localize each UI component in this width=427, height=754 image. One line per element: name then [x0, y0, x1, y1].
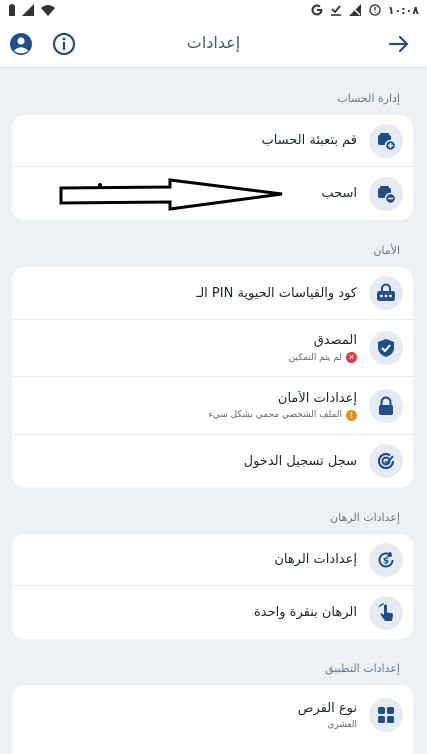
app-bar: إعدادات [0, 20, 427, 68]
row-security-settings[interactable]: إعدادات الأمان ! الملف الشخصي محمي بشكل … [12, 377, 413, 435]
status-subtitle: ! الملف الشخصي محمي بشكل سيء [22, 409, 357, 421]
row-pin-biometrics[interactable]: كود والقياسات الحيوية PIN الـ [12, 267, 413, 320]
row-authenticator[interactable]: المصدق ✕ لم يتم التمكين [12, 320, 413, 377]
row-login-history[interactable]: سجل تسجيل الدخول [12, 435, 413, 487]
error-icon: ✕ [346, 352, 357, 363]
annotation-arrow-icon [59, 178, 283, 211]
section-title-account: إدارة الحساب [337, 92, 400, 105]
status-text: لم يتم التمكين [288, 352, 342, 363]
back-arrow-icon[interactable] [387, 32, 411, 56]
one-click-icon [369, 595, 403, 630]
status-time: ١٠:٠٨ [387, 3, 419, 17]
row-odds-type[interactable]: نوع الفرص العشري [12, 685, 413, 745]
row-one-click-bet[interactable]: الرهان بنقرة واحدة [12, 586, 413, 639]
signal-icon [22, 4, 34, 16]
bet-settings-icon: $ [369, 542, 403, 577]
wallet-minus-icon [369, 176, 403, 211]
row-subtitle: العشري [327, 719, 357, 730]
status-subtitle: ✕ لم يتم التمكين [22, 352, 357, 363]
wallet-plus-icon [369, 123, 403, 158]
battery-icon [9, 3, 15, 16]
warning-icon: ! [346, 409, 357, 421]
row-label: إعدادات الأمان [277, 390, 357, 406]
app-settings-card: نوع الفرص العشري [12, 685, 413, 754]
no-signal-icon [348, 4, 361, 16]
row-label: المصدق [313, 333, 357, 348]
betting-card: $ إعدادات الرهان الرهان بنقرة واحدة [12, 534, 413, 639]
row-label: الرهان بنقرة واحدة [253, 605, 357, 620]
security-card: كود والقياسات الحيوية PIN الـ المصدق ✕ ل… [12, 267, 413, 487]
status-text: الملف الشخصي محمي بشكل سيء [208, 410, 342, 420]
section-title-security: الأمان [373, 244, 400, 257]
section-title-app: إعدادات التطبيق [325, 662, 400, 675]
alert-icon [369, 4, 381, 16]
google-icon [311, 4, 323, 16]
row-bet-settings[interactable]: $ إعدادات الرهان [12, 534, 413, 586]
row-label: إعدادات الرهان [274, 552, 357, 567]
wifi-icon [41, 4, 55, 16]
lock-icon [369, 388, 403, 423]
row-label: قم بتعبئة الحساب [261, 133, 357, 148]
row-label: سجل تسجيل الدخول [243, 453, 357, 469]
svg-text:$: $ [383, 556, 389, 566]
download-check-icon [330, 5, 341, 16]
row-label: كود والقياسات الحيوية PIN الـ [196, 285, 357, 301]
grid-icon [369, 698, 403, 732]
status-bar: ١٠:٠٨ [0, 0, 427, 20]
profile-icon[interactable] [9, 32, 33, 56]
section-title-betting: إعدادات الرهان [330, 511, 400, 524]
login-history-icon [369, 444, 403, 478]
pin-code-icon [369, 276, 403, 310]
row-label: نوع الفرص [297, 700, 357, 716]
info-icon[interactable] [52, 32, 76, 56]
row-top-up-account[interactable]: قم بتعبئة الحساب [12, 115, 413, 167]
shield-check-icon [369, 331, 403, 365]
